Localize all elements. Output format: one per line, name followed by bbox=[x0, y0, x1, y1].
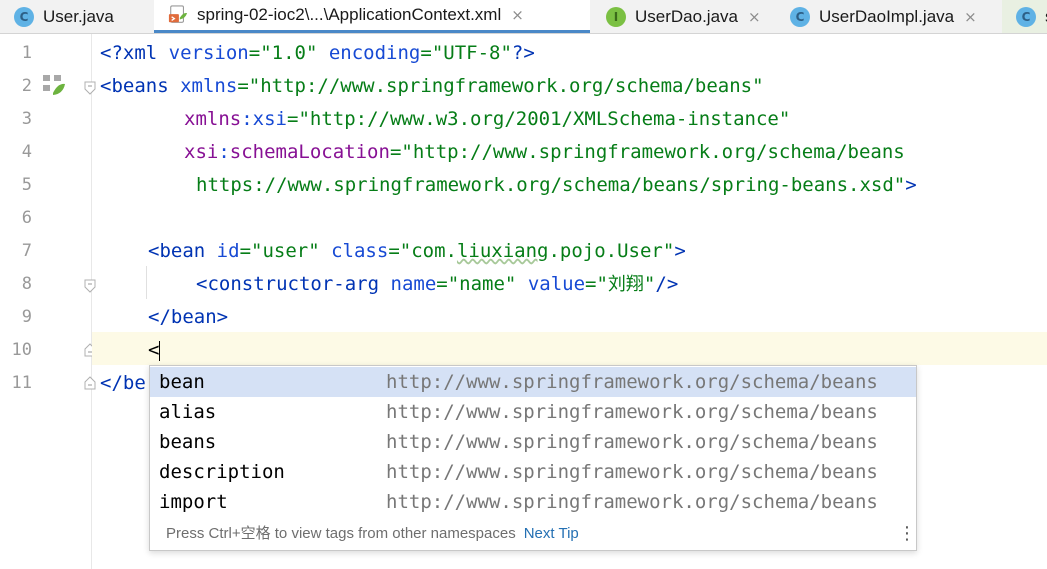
tab-label: User.java bbox=[43, 6, 114, 26]
indent-guide bbox=[146, 266, 147, 299]
editor-tab-bar: C User.java spring-02-ioc2\...\Applicati… bbox=[0, 0, 1047, 34]
code-completion-popup: bean http://www.springframework.org/sche… bbox=[149, 365, 917, 551]
line-number: 8 bbox=[21, 274, 32, 294]
code-line-2: <beans xmlns="http://www.springframework… bbox=[100, 75, 764, 97]
completion-item-import[interactable]: import http://www.springframework.org/sc… bbox=[150, 487, 916, 517]
completion-item-beans[interactable]: beans http://www.springframework.org/sch… bbox=[150, 427, 916, 457]
tab-label: UserDao.java bbox=[635, 6, 738, 26]
code-line-1: <?xml version="1.0" encoding="UTF-8"?> bbox=[100, 42, 535, 64]
line-number: 2 bbox=[21, 76, 32, 96]
line-number: 11 bbox=[11, 373, 32, 393]
line-number: 5 bbox=[21, 175, 32, 195]
close-icon[interactable]: × bbox=[511, 6, 524, 24]
java-class-icon: C bbox=[14, 6, 34, 27]
completion-footer: Press Ctrl+空格 to view tags from other na… bbox=[150, 518, 916, 550]
line-number: 7 bbox=[21, 241, 32, 261]
tab-label: UserDaoImpl.java bbox=[819, 6, 955, 26]
java-class-run-icon: C bbox=[1016, 6, 1036, 27]
tab-applicationcontext-xml[interactable]: spring-02-ioc2\...\ApplicationContext.xm… bbox=[154, 0, 590, 33]
typo-underline: liuxiang bbox=[456, 240, 549, 262]
code-line-10: < bbox=[148, 339, 161, 361]
line-number: 1 bbox=[21, 43, 32, 63]
current-line-highlight bbox=[92, 332, 1047, 365]
code-line-5: https://www.springframework.org/schema/b… bbox=[196, 174, 917, 196]
java-interface-icon: I bbox=[606, 6, 626, 27]
code-line-4: xsi:schemaLocation="http://www.springfra… bbox=[184, 141, 905, 163]
java-class-icon: C bbox=[790, 6, 810, 27]
line-number: 9 bbox=[21, 307, 32, 327]
line-number: 10 bbox=[11, 340, 32, 360]
tab-userdao-java[interactable]: I UserDao.java × bbox=[592, 0, 776, 33]
code-line-9: </bean> bbox=[148, 306, 229, 328]
completion-item-alias[interactable]: alias http://www.springframework.org/sch… bbox=[150, 397, 916, 427]
tab-user-java[interactable]: C User.java bbox=[0, 0, 150, 33]
line-number: 6 bbox=[21, 208, 32, 228]
text-caret bbox=[159, 340, 161, 361]
line-number: 4 bbox=[21, 142, 32, 162]
close-icon[interactable]: × bbox=[964, 8, 977, 26]
completion-item-description[interactable]: description http://www.springframework.o… bbox=[150, 457, 916, 487]
completion-hint-text: Press Ctrl+空格 to view tags from other na… bbox=[166, 525, 516, 542]
code-line-7: <bean id="user" class="com.liuxiang.pojo… bbox=[148, 240, 686, 262]
spring-xml-icon bbox=[168, 5, 188, 25]
tab-overflow[interactable]: C s bbox=[1002, 0, 1047, 33]
code-line-8: <constructor-arg name="name" value="刘翔"/… bbox=[196, 273, 679, 295]
next-tip-link[interactable]: Next Tip bbox=[524, 525, 579, 542]
code-line-3: xmlns:xsi="http://www.w3.org/2001/XMLSch… bbox=[184, 108, 791, 130]
completion-item-bean[interactable]: bean http://www.springframework.org/sche… bbox=[150, 367, 916, 397]
tab-userdaoimpl-java[interactable]: C UserDaoImpl.java × bbox=[776, 0, 1002, 33]
tab-label: spring-02-ioc2\...\ApplicationContext.xm… bbox=[197, 5, 502, 24]
code-line-11: </be bbox=[100, 372, 146, 394]
line-number: 3 bbox=[21, 109, 32, 129]
spring-bean-gutter-icon[interactable] bbox=[42, 74, 66, 102]
more-options-icon[interactable]: ⋮ bbox=[898, 518, 916, 550]
line-number-gutter: 1 2 3 4 5 6 7 8 9 10 11 bbox=[0, 34, 96, 569]
close-icon[interactable]: × bbox=[748, 8, 761, 26]
